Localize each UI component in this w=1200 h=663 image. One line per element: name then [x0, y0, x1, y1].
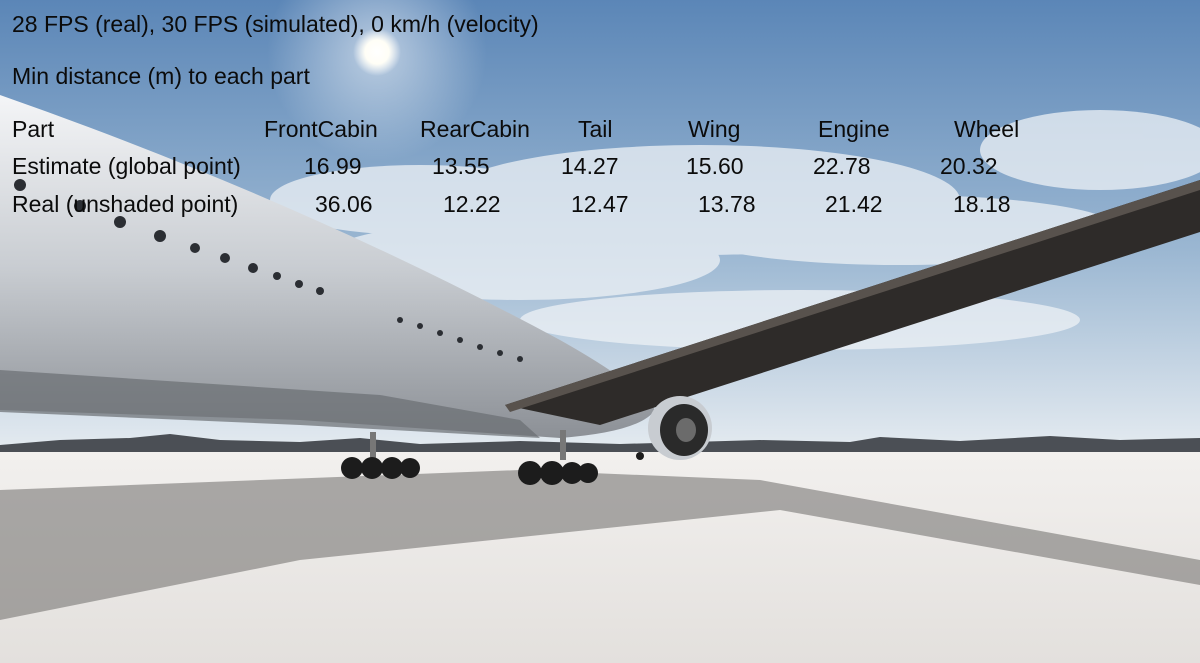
header-rear-cabin: RearCabin	[420, 116, 530, 142]
header-tail: Tail	[578, 116, 613, 142]
row-real-wheel: 18.18	[953, 191, 1011, 217]
row-estimate-front-cabin: 16.99	[304, 153, 362, 179]
header-engine: Engine	[818, 116, 890, 142]
row-real-label: Real (unshaded point)	[12, 191, 239, 217]
row-estimate-wheel: 20.32	[940, 153, 998, 179]
row-real-front-cabin: 36.06	[315, 191, 373, 217]
header-front-cabin: FrontCabin	[264, 116, 378, 142]
row-real-rear-cabin: 12.22	[443, 191, 501, 217]
row-estimate-wing: 15.60	[686, 153, 744, 179]
header-wing: Wing	[688, 116, 741, 142]
row-estimate-rear-cabin: 13.55	[432, 153, 490, 179]
hud-overlay: 28 FPS (real), 30 FPS (simulated), 0 km/…	[0, 0, 1200, 663]
row-estimate-engine: 22.78	[813, 153, 871, 179]
row-real-wing: 13.78	[698, 191, 756, 217]
subtitle: Min distance (m) to each part	[12, 63, 310, 89]
row-real-tail: 12.47	[571, 191, 629, 217]
row-estimate-label: Estimate (global point)	[12, 153, 241, 179]
row-real-engine: 21.42	[825, 191, 883, 217]
header-part: Part	[12, 116, 55, 142]
row-estimate-tail: 14.27	[561, 153, 619, 179]
header-wheel: Wheel	[954, 116, 1020, 142]
status-readout: 28 FPS (real), 30 FPS (simulated), 0 km/…	[12, 11, 539, 37]
